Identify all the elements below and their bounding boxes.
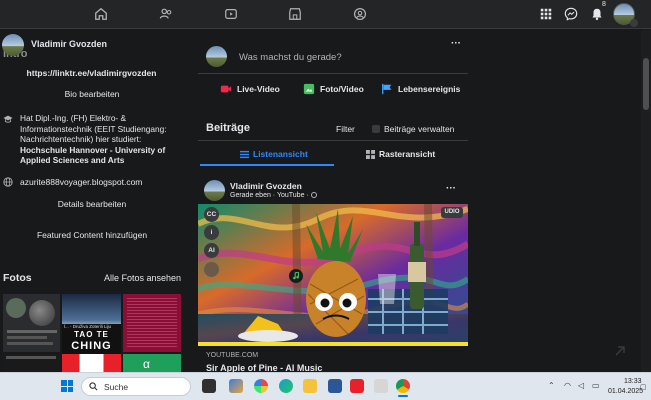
copilot-icon[interactable]: [254, 379, 268, 393]
photo-thumbnail[interactable]: α: [123, 354, 181, 372]
photo-text-2: CHING: [71, 340, 112, 352]
notification-center-icon[interactable]: ▢: [640, 383, 647, 391]
watch-icon[interactable]: [222, 5, 240, 23]
list-view-label: Listenansicht: [253, 149, 308, 159]
settings-icon: [372, 125, 380, 133]
music-note-icon: [289, 269, 303, 283]
composer-more-icon[interactable]: ···: [451, 38, 461, 49]
clock-date[interactable]: 01.04.2025: [608, 388, 643, 395]
search-label: Suche: [104, 381, 129, 392]
friends-icon[interactable]: [157, 5, 175, 23]
divider: [198, 140, 468, 141]
see-all-photos-link[interactable]: Alle Fotos ansehen: [104, 273, 181, 283]
photo-text-1: TAO TE: [74, 330, 109, 339]
photo-thumbnail[interactable]: [3, 294, 60, 352]
live-video-label: Live-Video: [237, 84, 280, 94]
website-link[interactable]: azurite888voyager.blogspot.com: [20, 177, 142, 187]
globe-icon: [310, 192, 317, 199]
marketplace-icon[interactable]: [286, 5, 304, 23]
link-source: YOUTUBE.COM: [206, 352, 259, 359]
active-tab-indicator: [200, 164, 334, 166]
chrome-icon[interactable]: [396, 379, 410, 393]
widgets-icon[interactable]: [229, 379, 243, 393]
education-school[interactable]: Hochschule Hannover - University of Appl…: [20, 145, 165, 166]
youtube-video-thumbnail[interactable]: [198, 204, 468, 346]
task-view-icon[interactable]: [202, 379, 216, 393]
taskbar-search[interactable]: Suche: [81, 377, 191, 396]
udio-badge: UDIO: [441, 207, 463, 218]
edit-bio-button[interactable]: Bio bearbeiten: [3, 86, 181, 102]
manage-posts-label: Beiträge verwalten: [384, 124, 455, 134]
home-icon[interactable]: [92, 5, 110, 23]
post-author-avatar[interactable]: [204, 180, 225, 201]
grid-view-label: Rasteransicht: [379, 149, 436, 159]
education-entry: Hat Dipl.-Ing. (FH) Elektro- & Informati…: [20, 113, 182, 166]
post-author[interactable]: Vladimir Gvozden: [230, 181, 302, 191]
cc-icon[interactable]: CC: [204, 207, 219, 222]
battery-icon[interactable]: ▭: [592, 381, 600, 390]
live-video-button[interactable]: Live-Video: [220, 83, 280, 95]
ai-icon[interactable]: AI: [204, 243, 219, 258]
windows-start-icon[interactable]: [61, 380, 73, 392]
post-meta: Gerade eben · YouTube ·: [230, 192, 317, 199]
section-gap: [198, 110, 468, 116]
photo-video-label: Foto/Video: [320, 84, 364, 94]
list-icon: [240, 150, 249, 158]
edit-details-button[interactable]: Details bearbeiten: [3, 196, 181, 212]
photo-thumbnail[interactable]: [3, 354, 60, 372]
grid-view-tab[interactable]: Rasteransicht: [366, 149, 435, 159]
chevron-down-icon[interactable]: [630, 19, 638, 27]
active-app-indicator: [398, 395, 408, 397]
messenger-icon[interactable]: [562, 5, 580, 23]
menu-grid-icon[interactable]: [537, 5, 555, 23]
search-icon: [89, 382, 98, 391]
edge-icon[interactable]: [279, 379, 293, 393]
info-icon[interactable]: i: [204, 225, 219, 240]
list-view-tab[interactable]: Listenansicht: [240, 149, 308, 159]
photo-thumbnail[interactable]: [62, 354, 121, 372]
post-meta-text: Gerade eben · YouTube ·: [230, 192, 309, 199]
composer-input[interactable]: Was machst du gerade?: [239, 52, 342, 63]
photo-video-button[interactable]: Foto/Video: [303, 83, 364, 95]
composer-avatar[interactable]: [206, 46, 227, 67]
channel-avatar-icon[interactable]: [204, 262, 219, 277]
clock-time[interactable]: 13:33: [624, 378, 642, 385]
photo-icon: [303, 83, 315, 95]
expand-icon[interactable]: [614, 345, 626, 357]
photo-thumbnail[interactable]: [123, 294, 181, 352]
app-icon[interactable]: [328, 379, 342, 393]
section-gap: [198, 170, 468, 176]
snipping-tool-icon[interactable]: [374, 379, 388, 393]
graduation-cap-icon: [3, 114, 13, 124]
chevron-up-icon[interactable]: ⌃: [548, 381, 555, 390]
groups-icon[interactable]: [351, 5, 369, 23]
wifi-icon[interactable]: ◠: [564, 381, 571, 390]
profile-link[interactable]: https://linktr.ee/vladimirgvozden: [0, 68, 183, 78]
add-featured-button[interactable]: Featured Content hinzufügen: [3, 227, 181, 243]
youtube-icon[interactable]: [350, 379, 364, 393]
post-more-icon[interactable]: ···: [446, 183, 456, 194]
sticky-profile-avatar[interactable]: [2, 34, 24, 56]
sticky-profile-name[interactable]: Vladimir Gvozden: [31, 39, 107, 49]
tao-te-ching-thumbnail[interactable]: TAO TE CHING: [62, 330, 121, 354]
posts-title: Beiträge: [206, 122, 251, 134]
manage-posts-button[interactable]: Beiträge verwalten: [372, 124, 454, 134]
education-prefix: Hat Dipl.-Ing. (FH) Elektro- & Informati…: [20, 113, 167, 144]
speaker-icon[interactable]: ◁: [578, 381, 584, 390]
divider: [198, 73, 468, 74]
filter-button[interactable]: Filter: [336, 124, 355, 134]
life-event-button[interactable]: Lebensereignis: [381, 83, 460, 95]
photos-title: Fotos: [3, 272, 32, 284]
scrollbar-thumb[interactable]: [643, 58, 649, 110]
live-video-icon: [220, 85, 232, 93]
file-explorer-icon[interactable]: [303, 379, 317, 393]
photo-caption: l... - Druživa Zoterili Liju: [64, 324, 112, 329]
grid-icon: [366, 149, 375, 159]
globe-icon: [3, 177, 13, 187]
flag-icon: [382, 83, 392, 95]
notification-badge: 8: [602, 1, 606, 8]
life-event-label: Lebensereignis: [398, 84, 461, 94]
